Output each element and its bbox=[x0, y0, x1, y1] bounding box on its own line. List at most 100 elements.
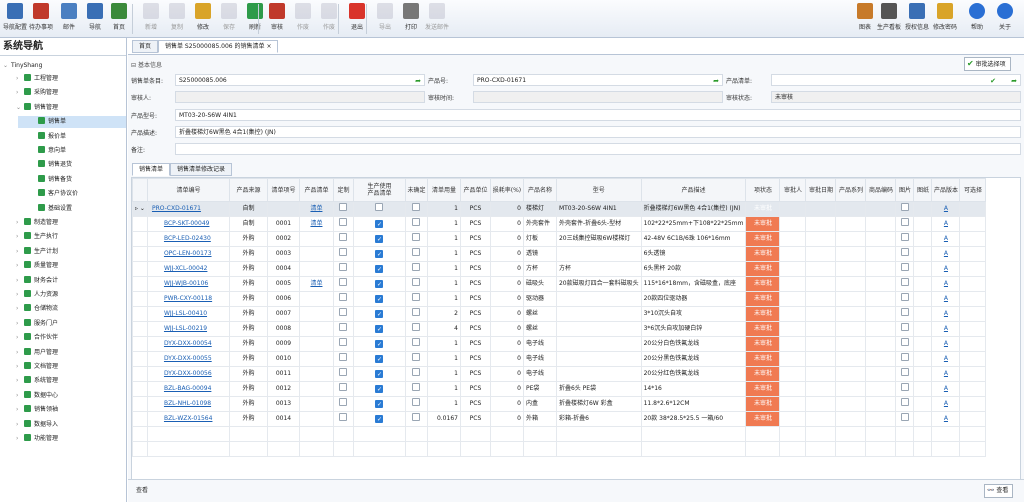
checkbox[interactable] bbox=[339, 398, 348, 406]
version-link[interactable]: A bbox=[944, 385, 948, 392]
col-header-8[interactable]: 产品单位 bbox=[459, 178, 491, 202]
sidebar-item-22[interactable]: › 数据中心 bbox=[16, 390, 58, 402]
checkbox[interactable]: ✓ bbox=[375, 340, 384, 348]
col-header-20[interactable]: 产品版本 bbox=[931, 178, 961, 202]
sidebar-item-5[interactable]: 意向单 bbox=[30, 145, 66, 157]
sidebar-item-6[interactable]: 销售退货 bbox=[30, 159, 72, 171]
checkbox[interactable] bbox=[412, 233, 421, 241]
checkbox[interactable] bbox=[412, 368, 421, 376]
toolbar-right-button-3[interactable]: 修改密码 bbox=[932, 2, 958, 36]
checkbox[interactable]: ✓ bbox=[375, 250, 384, 258]
checkbox[interactable] bbox=[412, 398, 421, 406]
sidebar-item-20[interactable]: › 文档管理 bbox=[16, 361, 58, 373]
product-list-field[interactable]: ✔ ➦ bbox=[771, 74, 1021, 86]
desc-field[interactable]: 折叠楼梯灯6W黑色 4合1(集控) (JN) bbox=[175, 126, 1021, 138]
checkbox[interactable]: ✓ bbox=[375, 265, 384, 273]
checkbox[interactable] bbox=[412, 248, 421, 256]
table-row[interactable]: ▹ ⌄ PRO-CXD-01671 自制 清单 1 PCS 0 楼梯灯 MT03-20-S6W … bbox=[132, 201, 987, 217]
toolbar-button-8[interactable]: 保存 bbox=[216, 2, 242, 36]
col-header-9[interactable]: 损耗率(%) bbox=[489, 178, 524, 202]
col-header-13[interactable]: 项状态 bbox=[745, 178, 781, 202]
sidebar-item-2[interactable]: ⌄ 销售管理 bbox=[16, 102, 58, 114]
checkbox[interactable]: ✓ bbox=[375, 295, 384, 303]
checkbox[interactable] bbox=[412, 353, 421, 361]
sidebar-item-14[interactable]: › 财务会计 bbox=[16, 275, 58, 287]
item-code-link[interactable]: BZL-WZX-01564 bbox=[164, 415, 213, 422]
sidebar-item-4[interactable]: 报价单 bbox=[30, 131, 66, 143]
sidebar-item-9[interactable]: 基础设置 bbox=[30, 203, 72, 215]
version-link[interactable]: A bbox=[944, 295, 948, 302]
checkbox[interactable] bbox=[900, 413, 909, 421]
col-header-19[interactable]: 图纸 bbox=[913, 178, 933, 202]
col-header-18[interactable]: 图片 bbox=[895, 178, 915, 202]
toolbar-button-16[interactable]: 发送邮件 bbox=[424, 2, 450, 36]
checkbox[interactable] bbox=[339, 368, 348, 376]
sidebar-item-12[interactable]: › 生产计划 bbox=[16, 246, 58, 258]
table-row[interactable]: WJJ-LSL-00219 外购 0008 ✓ 4 PCS 0 螺丝 3*6沉头自攻加硬白锌 未审… bbox=[132, 321, 987, 337]
sidebar-item-7[interactable]: 销售备货 bbox=[30, 174, 72, 186]
table-row[interactable]: BCP-LED-02430 外购 0002 ✓ 1 PCS 0 灯板 20三线集控磁吸6W楼梯灯… bbox=[132, 231, 987, 247]
col-header-16[interactable]: 产品系列 bbox=[835, 178, 867, 202]
version-link[interactable]: A bbox=[944, 370, 948, 377]
table-row[interactable]: WJJ-WJB-00106 外购 0005 清单 ✓ 1 PCS 0 磁吸头 20款磁吸灯四合一套… bbox=[132, 276, 987, 292]
checkbox[interactable] bbox=[900, 383, 909, 391]
checkbox[interactable] bbox=[412, 203, 421, 211]
checkbox[interactable] bbox=[375, 203, 384, 211]
col-header-14[interactable]: 审批人 bbox=[779, 178, 807, 202]
col-header-12[interactable]: 产品描述 bbox=[640, 178, 747, 202]
checkbox[interactable]: ✓ bbox=[375, 385, 384, 393]
checkbox[interactable]: ✓ bbox=[375, 310, 384, 318]
toolbar-right-button-1[interactable]: 生产看板 bbox=[876, 2, 902, 36]
product-no-field[interactable]: PRO-CXD-01671 ➦ bbox=[473, 74, 723, 86]
table-row[interactable]: PWR-CXY-00118 外购 0006 ✓ 1 PCS 0 驱动器 20款四位驱动器 未审批 A bbox=[132, 291, 987, 307]
approve-select-button[interactable]: ✔ 审批选择项 bbox=[964, 57, 1011, 71]
table-row[interactable]: DYX-DXX-00056 外购 0011 ✓ 1 PCS 0 电子线 20公分红色铁氟龙线 未审… bbox=[132, 366, 987, 382]
toolbar-button-11[interactable]: 作废 bbox=[290, 2, 316, 36]
checkbox[interactable] bbox=[339, 278, 348, 286]
checkbox[interactable]: ✓ bbox=[375, 325, 384, 333]
item-code-link[interactable]: WJJ-WJB-00106 bbox=[164, 280, 208, 287]
checkbox[interactable] bbox=[339, 263, 348, 271]
sidebar-item-13[interactable]: › 质量管理 bbox=[16, 260, 58, 272]
item-code-link[interactable]: DYX-DXX-00056 bbox=[164, 370, 212, 377]
version-link[interactable]: A bbox=[944, 310, 948, 317]
checkbox[interactable] bbox=[339, 413, 348, 421]
version-link[interactable]: A bbox=[944, 400, 948, 407]
checkbox[interactable] bbox=[339, 383, 348, 391]
checkbox[interactable] bbox=[339, 203, 348, 211]
sidebar-item-23[interactable]: › 销售领袖 bbox=[16, 404, 58, 416]
checkbox[interactable] bbox=[339, 233, 348, 241]
item-code-link[interactable]: BZL-NHL-01098 bbox=[164, 400, 211, 407]
sidebar-item-3[interactable]: 销售单 bbox=[18, 116, 126, 129]
sidebar-item-15[interactable]: › 人力资源 bbox=[16, 289, 58, 301]
checkbox[interactable] bbox=[412, 293, 421, 301]
sidebar-item-25[interactable]: › 功能管理 bbox=[16, 433, 58, 445]
sidebar-item-11[interactable]: › 生产执行 bbox=[16, 231, 58, 243]
sidebar-item-1[interactable]: › 采购管理 bbox=[16, 87, 58, 99]
checkbox[interactable] bbox=[339, 353, 348, 361]
version-link[interactable]: A bbox=[944, 325, 948, 332]
checkbox[interactable] bbox=[412, 218, 421, 226]
list-link[interactable]: 清单 bbox=[310, 220, 322, 227]
table-row[interactable]: OPC-LEN-00173 外购 0003 ✓ 1 PCS 0 透镜 6头透镜 未审批 A bbox=[132, 246, 987, 262]
checkbox[interactable] bbox=[412, 323, 421, 331]
checkbox[interactable]: ✓ bbox=[375, 235, 384, 243]
sidebar-item-10[interactable]: › 制造管理 bbox=[16, 217, 58, 229]
checkbox[interactable]: ✓ bbox=[375, 220, 384, 228]
checkbox[interactable] bbox=[900, 218, 909, 226]
checkbox[interactable] bbox=[412, 383, 421, 391]
checkbox[interactable] bbox=[900, 338, 909, 346]
sidebar-item-17[interactable]: › 服务门户 bbox=[16, 318, 58, 330]
checkbox[interactable] bbox=[339, 308, 348, 316]
item-code-link[interactable]: DYX-DXX-00054 bbox=[164, 340, 212, 347]
model-field[interactable]: MT03-20-S6W 4IN1 bbox=[175, 109, 1021, 121]
col-header-6[interactable]: 未确定 bbox=[404, 178, 428, 202]
toolbar-right-button-5[interactable]: 关于 bbox=[992, 2, 1018, 36]
table-row[interactable]: BZL-BAG-00094 外购 0012 ✓ 1 PCS 0 PE袋 折叠6头 PE袋 14*1… bbox=[132, 381, 987, 397]
toolbar-button-5[interactable]: 新增 bbox=[138, 2, 164, 36]
note-field[interactable] bbox=[175, 143, 1021, 155]
checkbox[interactable] bbox=[900, 278, 909, 286]
sidebar-item-18[interactable]: › 合作伙伴 bbox=[16, 332, 58, 344]
toolbar-right-button-4[interactable]: 帮助 bbox=[964, 2, 990, 36]
toolbar-button-2[interactable]: 邮件 bbox=[56, 2, 82, 36]
